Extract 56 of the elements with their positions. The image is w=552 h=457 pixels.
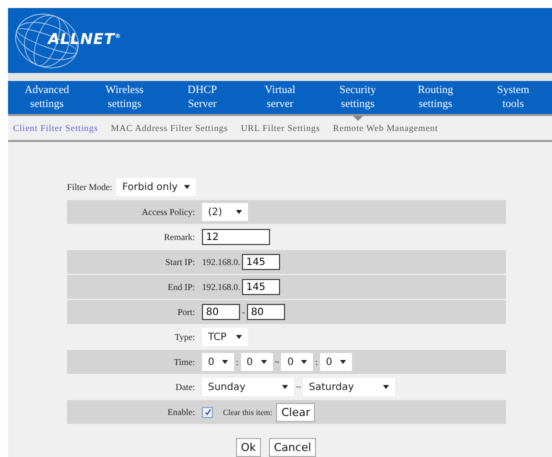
dropdown[interactable]: Saturday — [302, 378, 395, 396]
separator-text: ~ — [296, 382, 301, 392]
dropdown-caret-icon — [236, 335, 242, 339]
dropdown-caret-icon — [260, 360, 267, 364]
field-label: Date: — [174, 382, 196, 392]
dropdown[interactable]: 0 — [320, 353, 352, 371]
field-label: Time: — [172, 357, 196, 367]
dropdown-caret-icon — [382, 385, 389, 389]
dropdown[interactable]: TCP — [202, 328, 248, 346]
input-field[interactable]: 80 — [202, 304, 240, 320]
dropdown[interactable]: 0 — [281, 353, 314, 371]
field-label: Access Policy: — [140, 207, 196, 217]
dropdown-caret-icon — [184, 185, 190, 189]
ip-prefix: 192.168.0. — [202, 257, 240, 267]
nav-tab[interactable]: Security settings — [318, 81, 397, 114]
separator-text: : — [236, 357, 239, 367]
sub-nav-tab[interactable]: MAC Address Filter Settings — [110, 123, 228, 133]
dropdown[interactable]: 0 — [202, 353, 234, 371]
dropdown[interactable]: (2) — [202, 203, 248, 221]
dropdown[interactable]: 0 — [240, 353, 273, 371]
dropdown-caret-icon — [340, 360, 346, 364]
separator-text: ~ — [274, 357, 280, 367]
dropdown-caret-icon — [222, 360, 228, 364]
nav-tab[interactable]: Routing settings — [396, 81, 474, 114]
ip-prefix: 192.168.0. — [202, 282, 240, 292]
sub-nav-tab[interactable]: Client Filter Settings — [13, 123, 98, 133]
dropdown[interactable]: Forbid only — [116, 178, 196, 196]
input-field[interactable]: 145 — [242, 254, 280, 270]
input-field[interactable]: 145 — [242, 279, 280, 295]
dropdown-caret-icon — [282, 385, 288, 389]
field-label: End IP: — [166, 282, 196, 292]
input-field[interactable]: 80 — [247, 304, 285, 320]
dropdown-caret-icon — [236, 210, 242, 214]
form-button[interactable]: Ok — [236, 438, 261, 457]
field-label: Start IP: — [164, 257, 196, 267]
field-label: Port: — [176, 307, 196, 317]
field-label: Filter Mode: — [67, 182, 112, 192]
sub-nav-tab[interactable]: Remote Web Management — [333, 123, 438, 133]
nav-tab[interactable]: Virtual server — [241, 81, 319, 114]
nav-tab[interactable]: DHCP Server — [163, 81, 242, 114]
sub-nav-tab[interactable]: URL Filter Settings — [240, 123, 320, 133]
field-label: Clear this item: — [223, 408, 272, 416]
separator-text: - — [242, 307, 245, 317]
dropdown-caret-icon — [301, 360, 308, 364]
nav-tab[interactable]: Wireless settings — [86, 81, 164, 114]
nav-tab[interactable]: System tools — [474, 81, 552, 114]
nav-tab[interactable]: Advanced settings — [8, 81, 86, 114]
field-label: Type: — [174, 332, 196, 342]
field-label: Enable: — [166, 407, 196, 417]
clear-button[interactable]: Clear — [276, 402, 316, 422]
checkbox[interactable] — [202, 406, 213, 418]
input-field[interactable]: 12 — [202, 229, 270, 245]
dropdown[interactable]: Sunday — [202, 378, 294, 396]
form-button[interactable]: Cancel — [268, 438, 316, 457]
separator-text: : — [315, 357, 318, 367]
field-label: Remark: — [163, 232, 196, 242]
